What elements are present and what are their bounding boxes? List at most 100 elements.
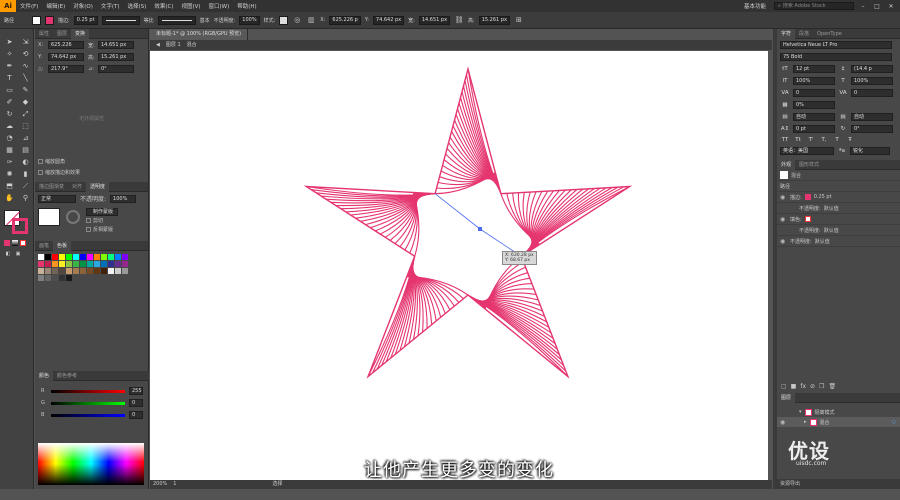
swatch-cell[interactable] (52, 268, 58, 274)
graphic-style-swatch[interactable] (279, 15, 289, 25)
color-r-slider[interactable] (51, 389, 125, 393)
lasso-tool-icon[interactable]: ⟲ (18, 49, 33, 60)
delete-item-icon[interactable]: 🗑 (828, 383, 836, 390)
invert-mask-checkbox[interactable] (86, 227, 91, 232)
duplicate-item-icon[interactable]: ❐ (819, 383, 824, 390)
breadcrumb-layer[interactable]: 图层 1 (166, 40, 181, 50)
swatch-cell[interactable] (94, 254, 100, 260)
tsume-field[interactable]: 0% (793, 101, 835, 109)
menu-view[interactable]: 视图(V) (177, 2, 204, 10)
swatch-cell[interactable] (45, 268, 51, 274)
swatch-cell[interactable] (101, 268, 107, 274)
color-g-slider[interactable] (51, 401, 125, 405)
clip-option[interactable]: 剪切 (86, 216, 118, 225)
anti-alias-select[interactable]: 锐化 (850, 147, 890, 155)
invert-mask-option[interactable]: 反相蒙版 (86, 225, 118, 234)
font-size-field[interactable]: 12 pt (793, 65, 835, 73)
hand-tool-icon[interactable]: ✋ (2, 193, 17, 204)
swatch-cell[interactable] (80, 254, 86, 260)
scale-corners-checkbox[interactable] (38, 159, 43, 164)
link-icon[interactable]: ⛓ (454, 15, 464, 25)
font-style-select[interactable]: 75 Bold (780, 53, 892, 61)
y-field[interactable]: 74.642 px (372, 15, 405, 25)
swatch-cell[interactable] (73, 268, 79, 274)
tab-paragraph[interactable]: 段落 (795, 29, 813, 39)
tab-opentype[interactable]: OpenType (813, 29, 846, 39)
column-graph-tool-icon[interactable]: ▮ (18, 169, 33, 180)
artboard-tool-icon[interactable]: ⬒ (2, 181, 17, 192)
swatch-cell[interactable] (108, 268, 114, 274)
swatch-cell[interactable] (87, 261, 93, 267)
fill-opacity-value[interactable]: 默认值 (824, 227, 839, 234)
fill-swatch[interactable] (32, 15, 42, 25)
shape-builder-tool-icon[interactable]: ◔ (2, 133, 17, 144)
tab-properties[interactable]: 属性 (35, 29, 53, 39)
swatch-cell[interactable] (45, 275, 51, 281)
swatch-cell[interactable] (66, 268, 72, 274)
swatch-cell[interactable] (101, 254, 107, 260)
swatch-cell[interactable] (87, 254, 93, 260)
clip-checkbox[interactable] (86, 218, 91, 223)
swatch-cell[interactable] (38, 261, 44, 267)
vertical-scale-field[interactable]: 100% (793, 77, 835, 85)
tab-transform[interactable]: 变换 (71, 28, 90, 39)
color-r-field[interactable]: 255 (129, 387, 143, 395)
horizontal-scale-field[interactable]: 100% (851, 77, 893, 85)
slice-tool-icon[interactable]: ⟋ (18, 181, 33, 192)
eye-icon[interactable]: ◉ (780, 238, 787, 245)
tab-brushes[interactable]: 画笔 (35, 241, 53, 251)
make-mask-button[interactable]: 制作蒙版 (86, 208, 118, 216)
expand-icon[interactable]: ▸ (804, 419, 807, 425)
h-field[interactable]: 15.261 px (478, 15, 510, 25)
zoom-tool-icon[interactable]: ⚲ (18, 193, 33, 204)
color-mode-icon[interactable] (4, 240, 10, 246)
appearance-row-path[interactable]: 路径 (777, 181, 900, 192)
tab-layers[interactable]: 图层 (53, 29, 71, 39)
char-rotate-field[interactable]: 0° (851, 125, 893, 133)
swatch-cell[interactable] (87, 268, 93, 274)
eyedropper-tool-icon[interactable]: ✑ (2, 157, 17, 168)
document-tab[interactable]: 未标题-1* @ 100% (RGB/GPU 预览) (150, 29, 249, 40)
swatch-cell[interactable] (122, 268, 128, 274)
swatch-cell[interactable] (59, 254, 65, 260)
blend-star-artwork[interactable] (150, 51, 768, 481)
stock-search-input[interactable]: ⌕ 搜索 Adobe Stock (774, 2, 854, 10)
swatch-cell[interactable] (52, 275, 58, 281)
tracking-field[interactable]: 0 (851, 89, 893, 97)
swatch-cell[interactable] (73, 254, 79, 260)
fill-stroke-control[interactable] (2, 210, 32, 238)
stroke-color-chip[interactable] (804, 194, 811, 200)
layer-row-blend[interactable]: ◉ ▸ 混合 ○ (777, 417, 900, 427)
maximize-icon[interactable]: □ (872, 3, 882, 10)
expand-icon[interactable]: ▾ (799, 409, 802, 415)
swatch-cell[interactable] (80, 268, 86, 274)
free-transform-tool-icon[interactable]: ⬚ (18, 121, 33, 132)
stroke-weight-field[interactable]: 0.25 pt (73, 15, 98, 25)
swatch-cell[interactable] (52, 261, 58, 267)
swatch-cell[interactable] (59, 268, 65, 274)
close-icon[interactable]: ✕ (886, 3, 896, 10)
tab-graphic-styles[interactable]: 图形样式 (795, 160, 823, 170)
draw-normal-icon[interactable]: ◧ (4, 250, 12, 258)
back-arrow-icon[interactable]: ◀ (156, 40, 160, 50)
swatch-cell[interactable] (108, 254, 114, 260)
swatch-cell[interactable] (38, 254, 44, 260)
opacity-field[interactable]: 100% (239, 15, 260, 25)
menu-effect[interactable]: 效果(C) (150, 2, 177, 10)
variable-width-profile[interactable] (101, 15, 140, 25)
scale-strokes-checkbox[interactable] (38, 170, 43, 175)
selection-path[interactable] (434, 193, 522, 257)
transform-y-field[interactable]: 74.642 px (48, 53, 84, 61)
swatch-cell[interactable] (52, 254, 58, 260)
object-opacity-value[interactable]: 默认值 (815, 238, 830, 245)
transparency-opacity-field[interactable]: 100% (110, 194, 137, 203)
tab-character[interactable]: 字符 (777, 28, 796, 39)
menu-help[interactable]: 帮助(H) (233, 2, 260, 10)
color-g-field[interactable]: 0 (129, 399, 143, 407)
tab-gradient[interactable]: 描边图渐变 (35, 182, 68, 192)
subscript-button[interactable]: T, (819, 137, 829, 143)
shear-angle-field[interactable]: 0° (98, 65, 134, 73)
aki-right-field[interactable]: 自动 (851, 113, 893, 121)
swatch-cell[interactable] (94, 268, 100, 274)
tab-transparency[interactable]: 透明度 (86, 181, 110, 192)
